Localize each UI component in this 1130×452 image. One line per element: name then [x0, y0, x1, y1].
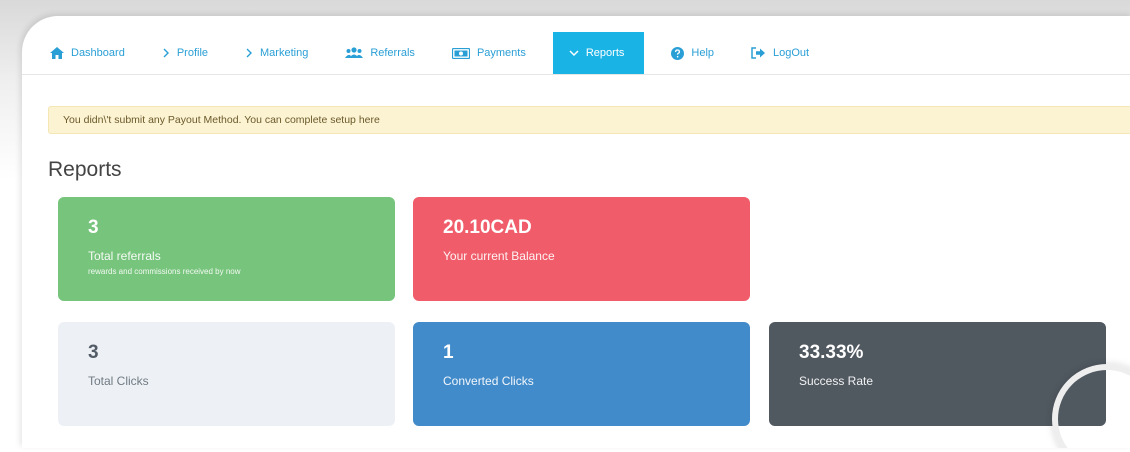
- nav-profile[interactable]: Profile: [152, 32, 218, 74]
- nav-referrals[interactable]: Referrals: [335, 32, 425, 74]
- balance-value: 20.10CAD: [443, 217, 532, 238]
- page-title: Reports: [48, 158, 122, 181]
- total-clicks-card: 3 Total Clicks: [58, 322, 395, 426]
- success-rate-value: 33.33%: [799, 342, 864, 363]
- app-page: Dashboard Profile Marketing Referrals Pa…: [22, 16, 1130, 448]
- total-clicks-value: 3: [88, 342, 99, 363]
- nav-dashboard-label: Dashboard: [71, 47, 125, 59]
- sign-out-icon: [751, 47, 766, 59]
- chevron-right-icon: [245, 48, 253, 58]
- chevron-right-icon: [162, 48, 170, 58]
- nav-dashboard[interactable]: Dashboard: [40, 32, 135, 74]
- money-icon: [451, 47, 470, 59]
- nav-help[interactable]: Help: [661, 32, 724, 74]
- converted-clicks-card: 1 Converted Clicks: [413, 322, 750, 426]
- balance-label: Your current Balance: [443, 249, 555, 263]
- home-icon: [50, 47, 64, 59]
- users-icon: [345, 47, 364, 59]
- nav-marketing-label: Marketing: [260, 47, 309, 59]
- total-referrals-label: Total referrals: [88, 249, 161, 263]
- nav-referrals-label: Referrals: [370, 47, 415, 59]
- nav-payments-label: Payments: [476, 47, 526, 59]
- nav-payments[interactable]: Payments: [442, 32, 536, 74]
- total-referrals-card: 3 Total referrals rewards and commission…: [58, 197, 395, 301]
- nav-marketing[interactable]: Marketing: [235, 32, 318, 74]
- nav-reports-label: Reports: [585, 47, 625, 59]
- nav-reports[interactable]: Reports: [552, 32, 645, 74]
- nav-logout-label: LogOut: [773, 47, 810, 59]
- chevron-down-icon: [569, 49, 579, 57]
- main-navbar: Dashboard Profile Marketing Referrals Pa…: [22, 32, 1130, 75]
- total-referrals-value: 3: [88, 217, 99, 238]
- success-rate-label: Success Rate: [799, 374, 874, 388]
- total-clicks-label: Total Clicks: [88, 374, 149, 388]
- question-circle-icon: [671, 46, 685, 60]
- total-referrals-sublabel: rewards and commissions received by now: [88, 267, 241, 276]
- converted-clicks-label: Converted Clicks: [443, 374, 534, 388]
- balance-card: 20.10CAD Your current Balance: [413, 197, 750, 301]
- payout-method-alert[interactable]: You didn\'t submit any Payout Method. Yo…: [48, 106, 1130, 134]
- payout-alert-text: You didn\'t submit any Payout Method. Yo…: [63, 114, 380, 126]
- nav-logout[interactable]: LogOut: [741, 32, 819, 74]
- converted-clicks-value: 1: [443, 342, 454, 363]
- nav-help-label: Help: [691, 47, 715, 59]
- nav-profile-label: Profile: [176, 47, 209, 59]
